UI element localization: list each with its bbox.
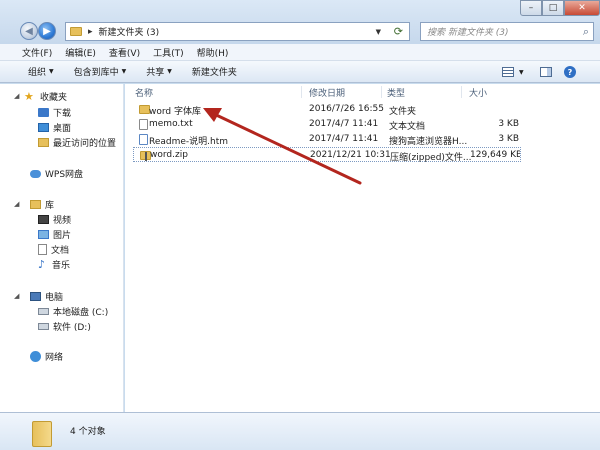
- status-bar: 4 个对象: [0, 412, 600, 450]
- arrow-shaft: [210, 111, 362, 185]
- item-count: 4 个对象: [70, 427, 106, 437]
- annotation-arrow: [203, 108, 362, 185]
- folder-icon: [32, 421, 52, 447]
